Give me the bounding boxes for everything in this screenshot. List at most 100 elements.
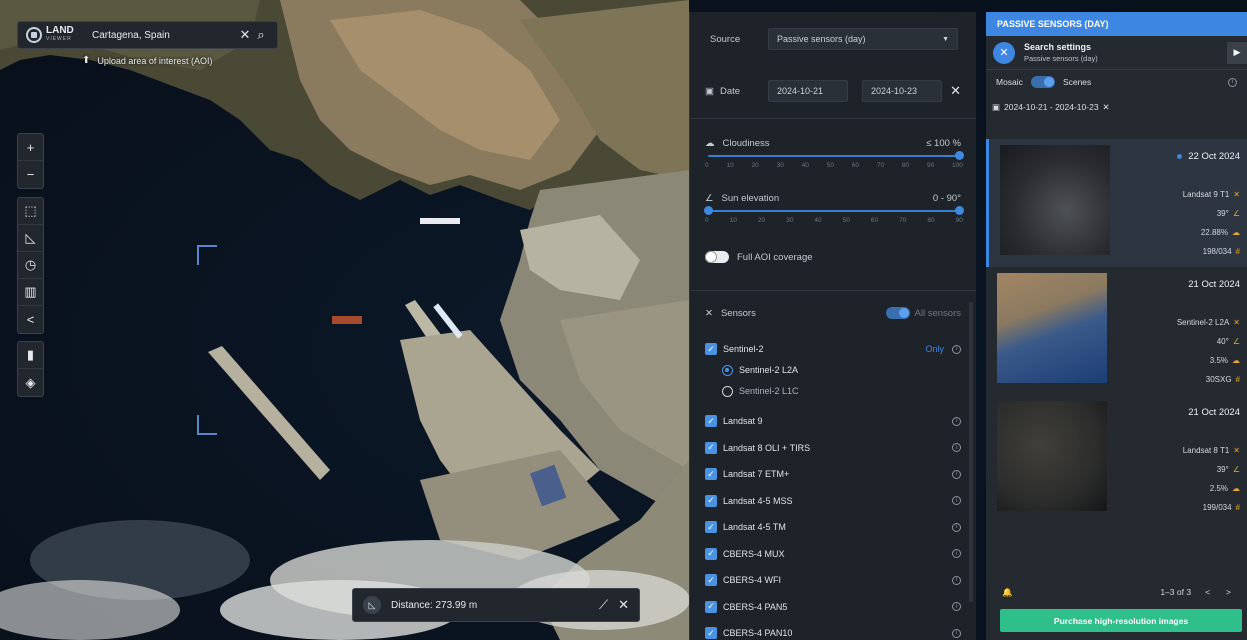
clear-search-icon[interactable]: ✕ (237, 27, 253, 43)
sensor-item[interactable]: ✓ CBERS-4 PAN5 i (705, 594, 961, 620)
sensor-item[interactable]: ✓ Landsat 7 ETM+ i (705, 461, 961, 487)
sensor-item[interactable]: ✓ Landsat 4-5 TM i (705, 514, 961, 540)
sensors-label: Sensors (720, 307, 756, 319)
scene-sun-elevation: 40° (1216, 337, 1229, 346)
info-icon[interactable]: i (952, 522, 961, 532)
share-icon[interactable]: < (18, 306, 43, 333)
sensor-item[interactable]: ✓ Landsat 4-5 MSS i (705, 488, 961, 514)
bell-icon[interactable]: 🔔 (1002, 587, 1013, 598)
draw-aoi-icon[interactable]: ⬚ (18, 198, 43, 225)
search-input[interactable]: Cartagena, Spain (88, 30, 237, 41)
search-settings-bar[interactable]: ✕ Search settings Passive sensors (day) … (986, 36, 1247, 70)
sun-min-thumb[interactable] (704, 206, 713, 215)
full-aoi-label: Full AOI coverage (737, 251, 813, 263)
checkbox-checked-icon[interactable]: ✓ (705, 574, 717, 586)
cloud-icon: ☁ (1232, 484, 1240, 493)
radio-selected-icon[interactable] (722, 364, 733, 376)
time-lapse-icon[interactable]: ◷ (18, 252, 43, 279)
tick-label: 60 (870, 217, 879, 224)
info-icon[interactable]: i (1228, 77, 1237, 87)
scene-sensor: Landsat 8 T1 (1182, 446, 1230, 455)
sensor-item[interactable]: ✓ CBERS-4 MUX i (705, 541, 961, 567)
sensor-label: Landsat 4-5 TM (723, 522, 786, 532)
all-sensors-label: All sensors (914, 307, 961, 319)
sun-angle-icon: ∠ (1232, 465, 1240, 474)
info-icon[interactable]: i (952, 443, 961, 452)
sensor-item[interactable]: ✓ Landsat 9 i (705, 408, 961, 434)
remove-date-filter-icon[interactable]: ✕ (1103, 102, 1110, 113)
3d-view-icon[interactable]: ◈ (18, 369, 43, 396)
analytics-icon[interactable]: ▮ (18, 342, 43, 369)
info-icon[interactable]: i (952, 628, 961, 638)
tick-label: 90 (926, 162, 935, 169)
checkbox-checked-icon[interactable]: ✓ (705, 343, 717, 355)
checkbox-checked-icon[interactable]: ✓ (705, 600, 717, 613)
full-aoi-toggle[interactable] (705, 251, 729, 263)
location-search[interactable]: LAND VIEWER Cartagena, Spain ✕ ⌕ (17, 21, 278, 49)
zoom-in-button[interactable]: + (18, 134, 43, 161)
checkbox-checked-icon[interactable]: ✓ (705, 494, 717, 507)
tick-label: 70 (876, 162, 885, 169)
info-icon[interactable]: i (952, 344, 961, 354)
clear-dates-icon[interactable]: ✕ (950, 83, 961, 99)
close-distance-icon[interactable]: ✕ (618, 597, 629, 613)
info-icon[interactable]: i (952, 549, 961, 558)
tick-label: 20 (751, 162, 759, 169)
tick-label: 0 (705, 162, 709, 169)
source-select[interactable]: Passive sensors (day) ▼ (768, 28, 958, 50)
sensor-item[interactable]: ✓ CBERS-4 PAN10 i (705, 620, 961, 640)
sensor-label: CBERS-4 PAN10 (723, 628, 793, 638)
zoom-out-button[interactable]: − (18, 161, 43, 188)
scene-thumbnail[interactable] (1000, 145, 1110, 255)
sensor-level-option[interactable]: Sentinel-2 L1C (722, 378, 961, 404)
next-page-icon[interactable]: > (1226, 587, 1231, 597)
search-icon[interactable]: ⌕ (253, 27, 269, 43)
date-from-input[interactable]: 2024-10-21 (768, 80, 848, 102)
scene-card[interactable]: 21 Oct 2024 Landsat 8 T1 ✕ 39° ∠ 2.5% ☁ 199/034… (986, 395, 1247, 523)
radio-unselected-icon[interactable] (722, 385, 733, 397)
cloudiness-slider[interactable] (708, 151, 964, 160)
sun-max-thumb[interactable] (955, 206, 964, 215)
prev-page-icon[interactable]: < (1205, 587, 1210, 597)
scene-sun-elevation: 39° (1216, 465, 1229, 474)
sensor-item[interactable]: ✓ CBERS-4 WFI i (705, 567, 961, 593)
scene-thumbnail[interactable] (997, 273, 1107, 383)
info-icon[interactable]: i (952, 496, 961, 505)
checkbox-checked-icon[interactable]: ✓ (705, 627, 717, 639)
info-icon[interactable]: i (952, 602, 961, 611)
edit-line-icon[interactable]: ⟋ (599, 597, 608, 613)
grid-icon: # (1235, 503, 1240, 512)
zoom-controls: + − (17, 133, 44, 189)
info-icon[interactable]: i (952, 416, 961, 426)
info-icon[interactable]: i (952, 469, 961, 479)
close-settings-icon[interactable]: ✕ (993, 41, 1015, 64)
upload-aoi-link[interactable]: ⬆ Upload area of interest (AOI) (82, 55, 212, 66)
checkbox-checked-icon[interactable]: ✓ (705, 547, 717, 560)
library-icon[interactable]: ▥ (18, 279, 43, 306)
checkbox-checked-icon[interactable]: ✓ (705, 441, 717, 454)
play-icon[interactable]: ▶ (1227, 41, 1247, 64)
checkbox-checked-icon[interactable]: ✓ (705, 415, 717, 427)
date-to-input[interactable]: 2024-10-23 (862, 80, 942, 102)
sun-angle-icon: ∠ (1232, 209, 1240, 218)
settings-scrollbar[interactable] (969, 302, 973, 602)
sensor-item[interactable]: ✓ Landsat 8 OLI + TIRS i (705, 435, 961, 461)
distance-tool-panel: ◺ Distance: 273.99 m ⟋ ✕ (352, 588, 640, 622)
analysis-tools: ▮ ◈ (17, 341, 44, 397)
tick-label: 30 (776, 162, 784, 169)
checkbox-checked-icon[interactable]: ✓ (705, 468, 717, 480)
scene-tile: 199/034 (1202, 503, 1232, 512)
scene-card[interactable]: 22 Oct 2024 Landsat 9 T1 ✕ 39° ∠ 22.88% ☁ 198/0… (986, 139, 1247, 267)
scene-thumbnail[interactable] (997, 401, 1107, 511)
cloudiness-thumb[interactable] (955, 151, 964, 160)
all-sensors-toggle[interactable] (885, 307, 910, 319)
ruler-icon[interactable]: ◺ (18, 225, 43, 252)
sun-elevation-slider[interactable] (704, 206, 964, 215)
purchase-button[interactable]: Purchase high-resolution images (1000, 609, 1242, 632)
info-icon[interactable]: i (952, 575, 961, 585)
checkbox-checked-icon[interactable]: ✓ (705, 521, 717, 533)
scene-card[interactable]: 21 Oct 2024 Sentinel-2 L2A ✕ 40° ∠ 3.5% ☁ 30SXG… (986, 267, 1247, 395)
upload-aoi-label: Upload area of interest (AOI) (97, 55, 213, 66)
mosaic-scenes-toggle[interactable] (1030, 76, 1055, 88)
only-link[interactable]: Only (925, 344, 944, 354)
